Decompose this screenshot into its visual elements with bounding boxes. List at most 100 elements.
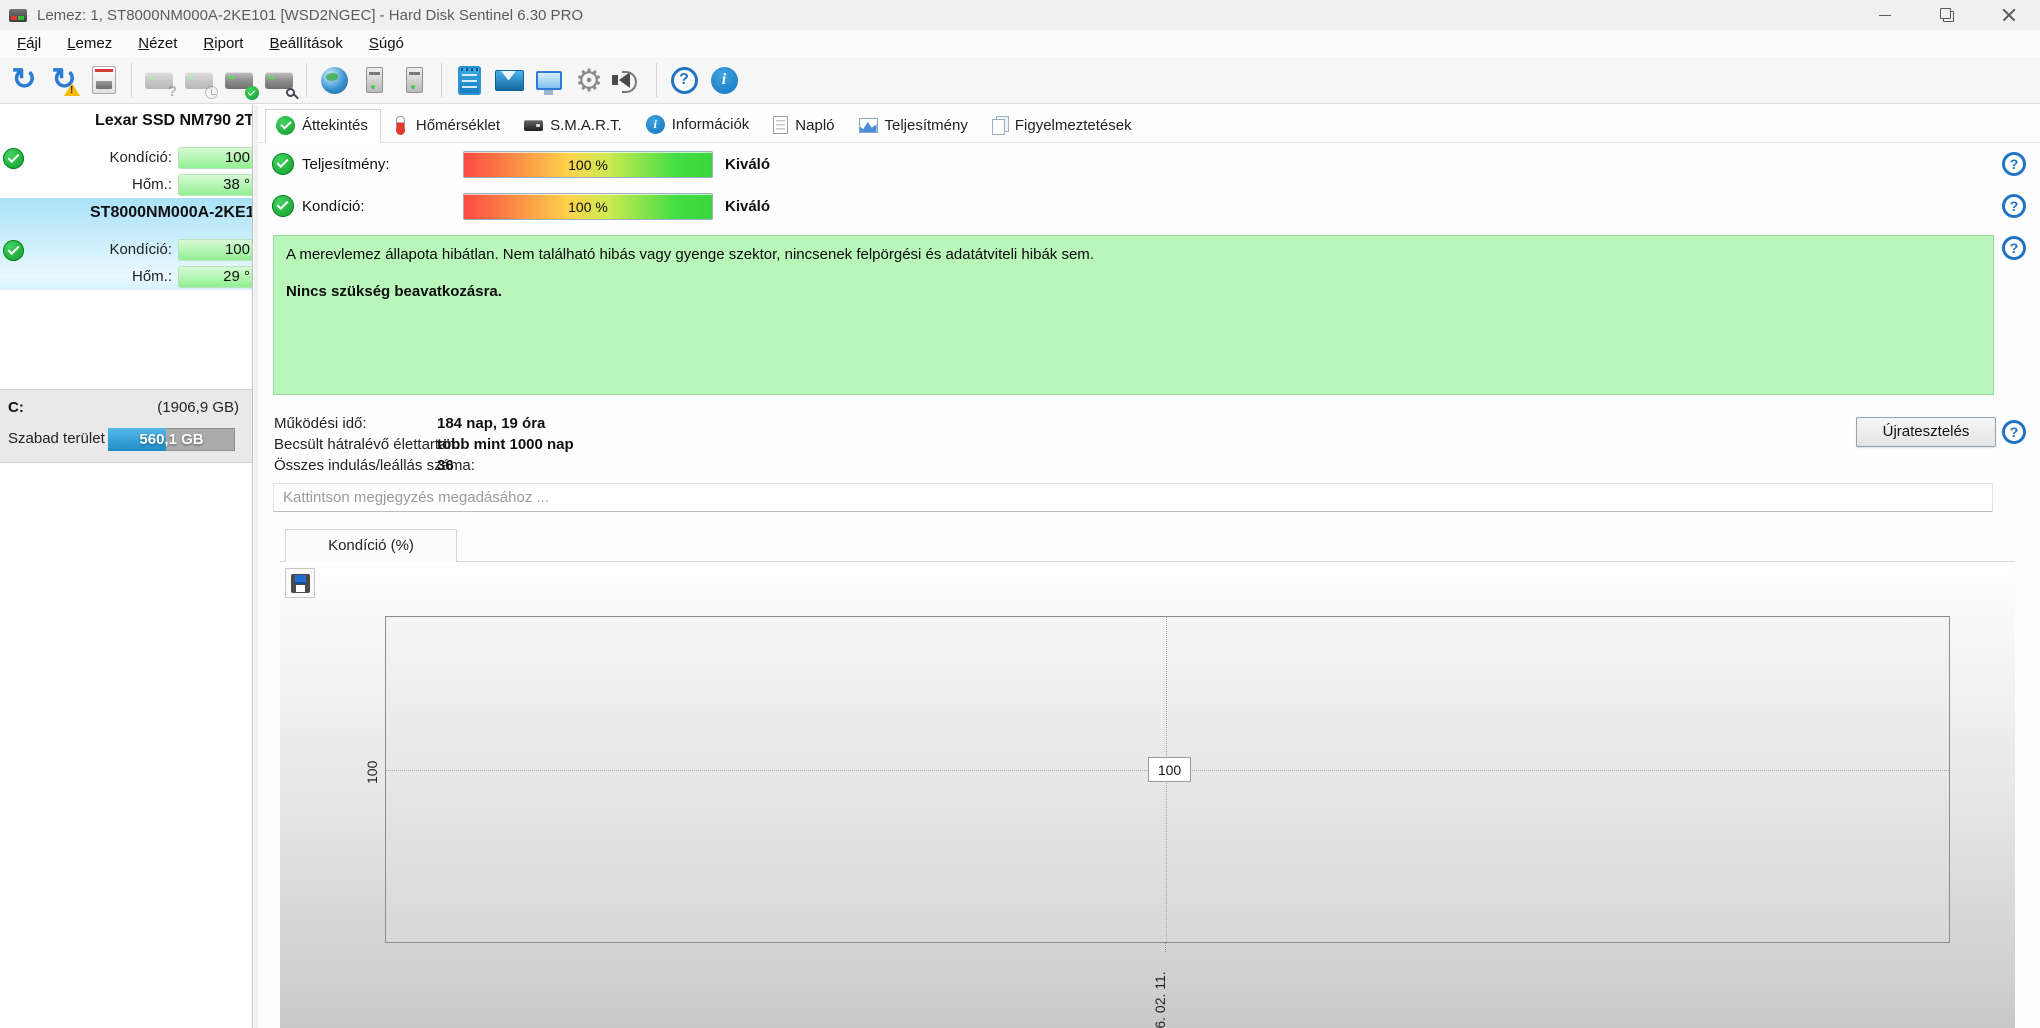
toolbar-separator — [131, 63, 132, 97]
disk-properties-button[interactable] — [84, 60, 124, 100]
report-button[interactable] — [449, 60, 489, 100]
chart-icon — [858, 118, 878, 133]
disk-properties-icon — [92, 66, 116, 94]
data-point-label: 100 — [1148, 757, 1191, 782]
status-message-box: A merevlemez állapota hibátlan. Nem talá… — [273, 235, 1994, 395]
condition-bar: 100 — [178, 239, 252, 261]
disk-question-button[interactable] — [139, 60, 179, 100]
close-button[interactable] — [1978, 0, 2040, 30]
clock-overlay-icon — [205, 86, 218, 99]
menu-report[interactable]: Riport — [190, 32, 256, 55]
condition-label: Kondíció: — [109, 149, 172, 166]
minimize-button[interactable] — [1854, 0, 1916, 30]
info-icon — [710, 66, 738, 94]
power-on-time-label: Működési idő: — [274, 415, 367, 432]
tab-label: Figyelmeztetések — [1014, 116, 1132, 134]
free-space-bar: 560,1 GB — [108, 428, 235, 451]
save-chart-button[interactable] — [285, 568, 315, 598]
comment-input[interactable]: Kattintson megjegyzés megadásához ... — [273, 483, 1993, 512]
info-circle-icon — [645, 115, 665, 134]
window-controls — [1854, 0, 2040, 30]
condition-label: Kondíció: — [302, 198, 365, 215]
help-icon — [670, 66, 698, 94]
menu-settings[interactable]: Beállítások — [256, 32, 355, 55]
network-monitor-button[interactable] — [529, 60, 569, 100]
tab-label: S.M.A.R.T. — [550, 117, 622, 134]
x-axis-date-label: 2026. 02. 11. — [1152, 971, 1168, 1028]
restore-button[interactable] — [1916, 0, 1978, 30]
menu-bar: Fájl Lemez Nézet Riport Beállítások Súgó — [0, 30, 2040, 57]
menu-view[interactable]: Nézet — [125, 32, 190, 55]
documents-icon — [991, 116, 1009, 135]
condition-ok-icon — [272, 195, 294, 217]
performance-bar: 100 % — [463, 151, 713, 178]
lifetime-label: Becsült hátralévő élettartam: — [274, 436, 465, 453]
check-circle-icon — [276, 116, 295, 135]
disk-tower-button-1[interactable] — [354, 60, 394, 100]
tab-bar: Áttekintés Hőmérséklet S.M.A.R.T. Inform… — [258, 109, 2040, 143]
tab-log[interactable]: Napló — [762, 109, 847, 142]
help-icon[interactable] — [2002, 420, 2026, 444]
help-icon[interactable] — [2002, 194, 2026, 218]
tab-overview[interactable]: Áttekintés — [265, 109, 381, 143]
tab-information[interactable]: Információk — [635, 108, 763, 142]
status-action-text: Nincs szükség beavatkozásra. — [286, 283, 502, 300]
condition-rating: Kiváló — [725, 198, 771, 215]
performance-rating: Kiváló — [725, 156, 771, 173]
tab-temperature[interactable]: Hőmérséklet — [381, 109, 513, 142]
disk-tower-button-2[interactable] — [394, 60, 434, 100]
disk-name: ST8000NM000A-2KE101 — [90, 204, 252, 221]
refresh-icon — [11, 65, 36, 95]
tab-smart[interactable]: S.M.A.R.T. — [513, 110, 635, 142]
help-button[interactable] — [664, 60, 704, 100]
menu-disk[interactable]: Lemez — [54, 32, 125, 55]
notepad-icon — [457, 65, 481, 95]
toolbar-separator — [306, 63, 307, 97]
temperature-bar: 38 ° — [178, 174, 252, 196]
help-icon[interactable] — [2002, 152, 2026, 176]
tab-label: Napló — [795, 116, 835, 134]
menu-help[interactable]: Súgó — [356, 32, 417, 55]
disk-accept-button[interactable] — [219, 60, 259, 100]
magnifier-overlay-icon — [286, 88, 295, 97]
disk-icon — [524, 120, 544, 131]
window-title: Lemez: 1, ST8000NM000A-2KE101 [WSD2NGEC]… — [37, 6, 584, 24]
disk-tower-icon — [365, 67, 383, 93]
tab-alerts[interactable]: Figyelmeztetések — [981, 109, 1145, 142]
refresh-warning-button[interactable] — [44, 60, 84, 100]
document-icon — [773, 116, 789, 134]
free-space-label: Szabad terület — [8, 430, 105, 447]
start-stop-count-value: 36 — [437, 457, 454, 474]
temperature-label: Hőm.: — [131, 176, 172, 193]
warning-icon — [64, 83, 80, 96]
chart-tab-condition[interactable]: Kondíció (%) — [285, 529, 457, 562]
disk-list-item-lexar[interactable]: Lexar SSD NM790 2TB (1907,7 Kondíció: 10… — [0, 106, 252, 198]
info-button[interactable] — [704, 60, 744, 100]
lifetime-value: több mint 1000 nap — [437, 436, 574, 453]
disk-search-icon — [265, 71, 293, 89]
disk-title: Lexar SSD NM790 2TB (1907,7 — [95, 112, 252, 130]
partition-size: (1906,9 GB) — [157, 399, 239, 416]
partition-letter: C: — [8, 399, 24, 416]
disk-clock-button[interactable] — [179, 60, 219, 100]
main-area: Lexar SSD NM790 2TB (1907,7 Kondíció: 10… — [0, 105, 2040, 1028]
email-button[interactable] — [489, 60, 529, 100]
retest-button[interactable]: Újratesztelés — [1856, 417, 1996, 447]
speaker-icon — [611, 71, 637, 93]
sound-alert-button[interactable] — [609, 60, 649, 100]
partition-panel[interactable]: C: (1906,9 GB) Szabad terület 560,1 GB — [0, 389, 252, 463]
settings-button[interactable] — [569, 60, 609, 100]
tab-performance[interactable]: Teljesítmény — [848, 110, 981, 142]
temperature-label: Hőm.: — [131, 268, 172, 285]
condition-bar: 100 — [178, 147, 252, 169]
network-disk-button[interactable] — [314, 60, 354, 100]
condition-bar: 100 % — [463, 193, 713, 220]
free-space-value: 560,1 GB — [139, 431, 204, 448]
toolbar — [0, 57, 2040, 104]
help-icon[interactable] — [2002, 236, 2026, 260]
disk-list-item-seagate-selected[interactable]: ST8000NM000A-2KE101 (7452 Kondíció: 100 … — [0, 198, 252, 290]
refresh-button[interactable] — [4, 60, 44, 100]
disk-search-button[interactable] — [259, 60, 299, 100]
menu-file[interactable]: Fájl — [4, 32, 54, 55]
question-overlay-icon — [168, 83, 177, 100]
